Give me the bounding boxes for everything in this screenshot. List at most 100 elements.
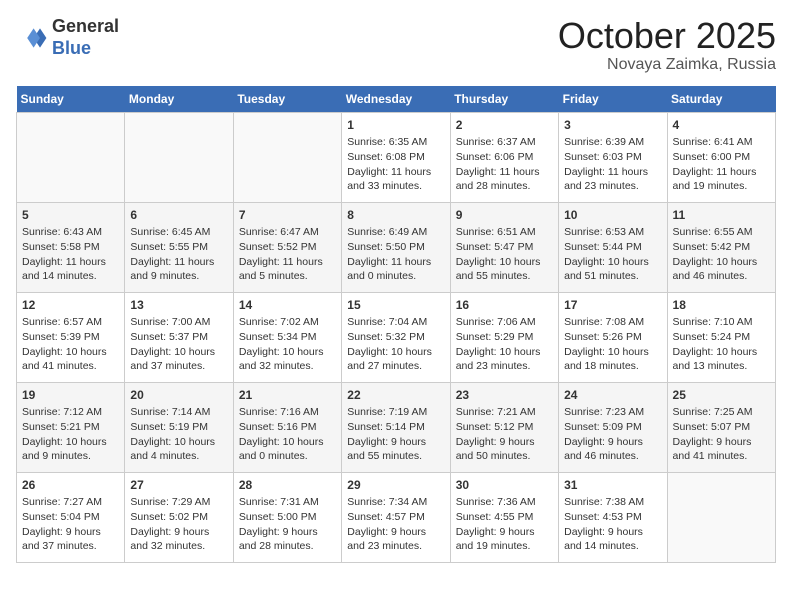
day-number: 13 [130,297,227,314]
calendar-cell: 23Sunrise: 7:21 AMSunset: 5:12 PMDayligh… [450,382,558,472]
day-info: Sunset: 5:21 PM [22,420,119,435]
day-number: 14 [239,297,336,314]
day-number: 24 [564,387,661,404]
day-info: and 32 minutes. [130,539,227,554]
day-info: Daylight: 9 hours [130,525,227,540]
day-number: 18 [673,297,770,314]
day-info: and 4 minutes. [130,449,227,464]
day-info: Sunrise: 7:00 AM [130,315,227,330]
day-info: and 55 minutes. [347,449,444,464]
day-info: and 51 minutes. [564,269,661,284]
calendar-cell: 16Sunrise: 7:06 AMSunset: 5:29 PMDayligh… [450,292,558,382]
calendar-cell: 18Sunrise: 7:10 AMSunset: 5:24 PMDayligh… [667,292,775,382]
day-info: Sunset: 5:14 PM [347,420,444,435]
day-number: 28 [239,477,336,494]
weekday-thursday: Thursday [450,86,558,113]
calendar-cell: 26Sunrise: 7:27 AMSunset: 5:04 PMDayligh… [17,472,125,562]
day-info: Sunset: 5:44 PM [564,240,661,255]
day-info: Sunrise: 6:39 AM [564,135,661,150]
day-info: and 28 minutes. [239,539,336,554]
logo-text: General Blue [52,16,119,59]
weekday-header-row: SundayMondayTuesdayWednesdayThursdayFrid… [17,86,776,113]
day-info: Sunset: 5:19 PM [130,420,227,435]
day-info: Sunset: 5:07 PM [673,420,770,435]
day-number: 12 [22,297,119,314]
day-info: Sunrise: 7:08 AM [564,315,661,330]
day-info: Daylight: 10 hours [239,345,336,360]
calendar-cell: 5Sunrise: 6:43 AMSunset: 5:58 PMDaylight… [17,202,125,292]
day-number: 1 [347,117,444,134]
day-info: Sunrise: 7:25 AM [673,405,770,420]
day-info: and 14 minutes. [564,539,661,554]
day-number: 9 [456,207,553,224]
title-block: October 2025 Novaya Zaimka, Russia [558,16,776,74]
day-info: Daylight: 9 hours [564,525,661,540]
calendar-cell: 19Sunrise: 7:12 AMSunset: 5:21 PMDayligh… [17,382,125,472]
day-info: Sunset: 5:29 PM [456,330,553,345]
day-info: Daylight: 9 hours [347,435,444,450]
calendar-week-2: 5Sunrise: 6:43 AMSunset: 5:58 PMDaylight… [17,202,776,292]
day-info: and 0 minutes. [347,269,444,284]
calendar-cell: 14Sunrise: 7:02 AMSunset: 5:34 PMDayligh… [233,292,341,382]
day-info: Sunrise: 7:04 AM [347,315,444,330]
day-info: Daylight: 9 hours [456,435,553,450]
day-number: 29 [347,477,444,494]
calendar-cell: 20Sunrise: 7:14 AMSunset: 5:19 PMDayligh… [125,382,233,472]
calendar-cell: 30Sunrise: 7:36 AMSunset: 4:55 PMDayligh… [450,472,558,562]
calendar-cell: 21Sunrise: 7:16 AMSunset: 5:16 PMDayligh… [233,382,341,472]
calendar-header: SundayMondayTuesdayWednesdayThursdayFrid… [17,86,776,113]
day-info: Sunrise: 7:16 AM [239,405,336,420]
calendar-cell: 27Sunrise: 7:29 AMSunset: 5:02 PMDayligh… [125,472,233,562]
calendar-cell: 11Sunrise: 6:55 AMSunset: 5:42 PMDayligh… [667,202,775,292]
day-info: and 9 minutes. [22,449,119,464]
calendar-cell: 3Sunrise: 6:39 AMSunset: 6:03 PMDaylight… [559,112,667,202]
day-info: Sunrise: 7:31 AM [239,495,336,510]
day-info: Sunrise: 6:41 AM [673,135,770,150]
day-info: and 19 minutes. [456,539,553,554]
calendar-cell: 28Sunrise: 7:31 AMSunset: 5:00 PMDayligh… [233,472,341,562]
day-number: 8 [347,207,444,224]
day-info: and 37 minutes. [22,539,119,554]
day-number: 16 [456,297,553,314]
day-info: Sunrise: 7:21 AM [456,405,553,420]
day-info: Daylight: 10 hours [456,255,553,270]
day-info: and 33 minutes. [347,179,444,194]
logo: General Blue [16,16,119,59]
day-info: Daylight: 10 hours [347,345,444,360]
weekday-tuesday: Tuesday [233,86,341,113]
day-info: Daylight: 9 hours [239,525,336,540]
day-number: 23 [456,387,553,404]
day-info: Sunset: 6:03 PM [564,150,661,165]
calendar-body: 1Sunrise: 6:35 AMSunset: 6:08 PMDaylight… [17,112,776,562]
day-info: and 32 minutes. [239,359,336,374]
day-info: Sunrise: 7:10 AM [673,315,770,330]
calendar-cell: 17Sunrise: 7:08 AMSunset: 5:26 PMDayligh… [559,292,667,382]
calendar-cell [233,112,341,202]
day-info: and 55 minutes. [456,269,553,284]
day-number: 15 [347,297,444,314]
day-info: and 27 minutes. [347,359,444,374]
location: Novaya Zaimka, Russia [558,56,776,74]
day-info: Sunset: 4:53 PM [564,510,661,525]
day-number: 21 [239,387,336,404]
day-info: and 23 minutes. [564,179,661,194]
calendar-cell: 13Sunrise: 7:00 AMSunset: 5:37 PMDayligh… [125,292,233,382]
day-info: Sunset: 5:12 PM [456,420,553,435]
day-number: 31 [564,477,661,494]
day-info: Sunset: 4:57 PM [347,510,444,525]
day-info: and 41 minutes. [673,449,770,464]
day-info: Sunset: 5:52 PM [239,240,336,255]
day-number: 17 [564,297,661,314]
day-info: and 14 minutes. [22,269,119,284]
day-info: Sunset: 5:47 PM [456,240,553,255]
day-info: Sunrise: 6:57 AM [22,315,119,330]
day-number: 30 [456,477,553,494]
day-info: Sunrise: 7:29 AM [130,495,227,510]
day-info: Daylight: 10 hours [239,435,336,450]
day-number: 25 [673,387,770,404]
day-info: and 0 minutes. [239,449,336,464]
day-info: and 9 minutes. [130,269,227,284]
day-number: 5 [22,207,119,224]
day-info: Sunset: 6:00 PM [673,150,770,165]
day-number: 20 [130,387,227,404]
